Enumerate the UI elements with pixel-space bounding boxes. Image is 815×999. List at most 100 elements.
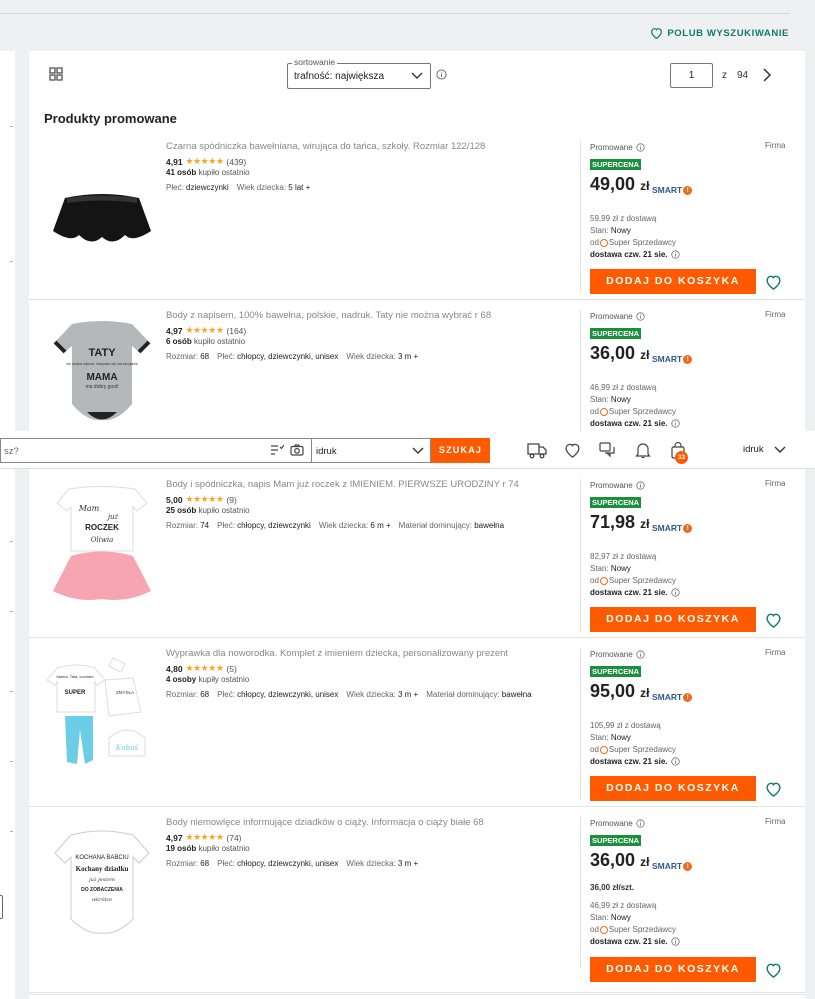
info-icon[interactable]	[636, 312, 645, 321]
add-to-cart-button[interactable]: DODAJ DO KOSZYKA	[590, 776, 756, 801]
product-price: 36,00 zł	[590, 850, 649, 871]
svg-text:już jestem: już jestem	[88, 877, 115, 883]
search-input[interactable]: sz?	[0, 438, 311, 463]
chat-icon[interactable]	[599, 442, 616, 458]
filter-input-box[interactable]	[0, 895, 3, 919]
page-number-input[interactable]: 1	[670, 63, 713, 88]
product-image[interactable]: KOCHANA BABCIU Kochany dziadku już jestem D…	[47, 819, 157, 949]
delivery-date: dostawa czw. 21 sie.	[590, 937, 680, 946]
add-to-cart-button[interactable]: DODAJ DO KOSZYKA	[590, 269, 756, 294]
category-select[interactable]: idruk	[311, 438, 431, 463]
sort-value: trafność: największa	[294, 71, 385, 82]
bought-count: 25 osób	[166, 506, 197, 515]
product-card: KOCHANA BABCIU Kochany dziadku już jestem D…	[29, 807, 805, 995]
favorite-heart-icon[interactable]	[765, 612, 782, 628]
black-skirt-image	[53, 194, 151, 242]
product-title[interactable]: Body niemowlęce informujące dziadków o c…	[166, 817, 484, 828]
add-to-cart-button[interactable]: DODAJ DO KOSZYKA	[590, 607, 756, 632]
svg-text:ZMYSŁA: ZMYSŁA	[116, 690, 134, 695]
seller-prefix: od	[590, 576, 599, 585]
info-icon[interactable]	[670, 757, 680, 766]
chevron-right-icon[interactable]	[762, 68, 772, 82]
super-seller: od Super Sprzedawcy	[590, 576, 676, 585]
bell-icon[interactable]	[635, 442, 651, 459]
svg-text:Mama, Tata, kocham: Mama, Tata, kocham	[56, 674, 94, 679]
product-condition: Stan: Nowy	[590, 564, 631, 573]
favorite-heart-icon[interactable]	[765, 274, 782, 290]
product-title[interactable]: Body i spódniczka, napis Mam już roczek …	[166, 479, 519, 490]
param-label: Wiek dziecka:	[346, 690, 398, 699]
info-icon[interactable]	[670, 588, 680, 597]
info-icon[interactable]	[670, 250, 680, 259]
info-icon[interactable]	[436, 69, 447, 80]
favorite-heart-icon[interactable]	[765, 781, 782, 797]
sort-select[interactable]: sortowanie trafność: największa	[287, 57, 431, 89]
bought-count: 19 osób	[166, 844, 197, 853]
product-condition: Stan: Nowy	[590, 395, 631, 404]
product-image[interactable]	[47, 143, 157, 273]
super-seller-icon	[599, 925, 608, 934]
search-button[interactable]: SZUKAJ	[431, 438, 490, 463]
user-menu-label[interactable]: idruk	[743, 444, 764, 455]
product-image[interactable]: TATY nie można wybrać, wszystko się ma sz…	[47, 312, 157, 442]
rating-score: 4,97	[166, 832, 183, 843]
param-label: Płeć:	[217, 352, 238, 361]
info-icon[interactable]	[670, 419, 680, 428]
filter-tick	[10, 761, 13, 762]
filter-tick	[10, 611, 13, 612]
param-value: 5 lat +	[288, 183, 311, 192]
chevron-down-icon[interactable]	[774, 445, 786, 455]
condition-label: Stan:	[590, 564, 609, 573]
product-title[interactable]: Wyprawka dla noworodka. Komplet z imieni…	[166, 648, 508, 659]
super-seller-icon	[599, 576, 608, 585]
smart-bolt-icon: !	[683, 692, 693, 702]
price-currency: zł	[640, 686, 650, 700]
param-value: chłopcy, dziewczynki, unisex	[237, 690, 339, 699]
camera-icon[interactable]	[290, 444, 304, 456]
info-icon[interactable]	[670, 937, 680, 946]
add-to-cart-button[interactable]: DODAJ DO KOSZYKA	[590, 957, 756, 982]
param-value: 3 m +	[397, 859, 419, 868]
svg-text:Kubuś: Kubuś	[115, 744, 139, 752]
rating-stars-icon: ★★★★★	[185, 832, 224, 842]
like-search-label: POLUB WYSZUKIWANIE	[667, 27, 789, 39]
bought-count: 4 osoby	[166, 675, 197, 684]
info-icon[interactable]	[636, 650, 645, 659]
delivery-truck-icon[interactable]	[527, 442, 547, 459]
card-divider	[580, 141, 581, 293]
product-price: 71,98 zł	[590, 512, 649, 533]
smart-bolt-icon: !	[683, 354, 693, 364]
newborn-set-image: Mama, Tata, kocham SUPER Kubuś ZMYSŁA	[46, 657, 146, 764]
smart-text: SMART	[652, 523, 683, 533]
list-search-icon[interactable]	[270, 444, 284, 456]
condition-value: Nowy	[610, 226, 631, 235]
delivery-text: dostawa czw. 21 sie.	[590, 250, 668, 259]
favorite-heart-icon[interactable]	[765, 962, 782, 978]
param-value: chłopcy, dziewczynki, unisex	[237, 859, 339, 868]
supercena-badge: SUPERCENA	[590, 497, 642, 508]
info-icon[interactable]	[636, 143, 645, 152]
card-divider	[580, 817, 581, 969]
price-value: 95,00	[590, 681, 636, 701]
rating-count: (9)	[226, 494, 237, 505]
rating-stars-icon: ★★★★★	[185, 156, 224, 166]
grid-view-icon[interactable]	[49, 67, 63, 81]
condition-label: Stan:	[590, 913, 609, 922]
svg-text:MAMA: MAMA	[86, 372, 117, 383]
info-icon[interactable]	[636, 819, 645, 828]
param-value: 6 m +	[370, 521, 391, 530]
heart-icon[interactable]	[564, 442, 581, 458]
product-title[interactable]: Czarna spódniczka bawełniana, wirująca d…	[166, 141, 485, 152]
smart-text: SMART	[652, 692, 683, 702]
svg-text:wkrótce: wkrótce	[92, 896, 113, 903]
product-image[interactable]: Mama, Tata, kocham SUPER Kubuś ZMYSŁA	[46, 650, 157, 780]
like-search-button[interactable]: POLUB WYSZUKIWANIE	[650, 27, 789, 39]
product-image[interactable]: Mam już ROCZEK Oliwia	[47, 481, 157, 611]
svg-text:DO ZOBACZENIA: DO ZOBACZENIA	[81, 887, 123, 893]
info-icon[interactable]	[636, 481, 645, 490]
product-rating: 4,97 ★★★★★ (164)	[166, 325, 246, 336]
product-title[interactable]: Body z napisem, 100% bawełna, polskie, n…	[166, 310, 491, 321]
smart-text: SMART	[652, 354, 683, 364]
param-value: 68	[200, 859, 210, 868]
price-with-delivery: 105,99 zł z dostawą	[590, 721, 661, 730]
